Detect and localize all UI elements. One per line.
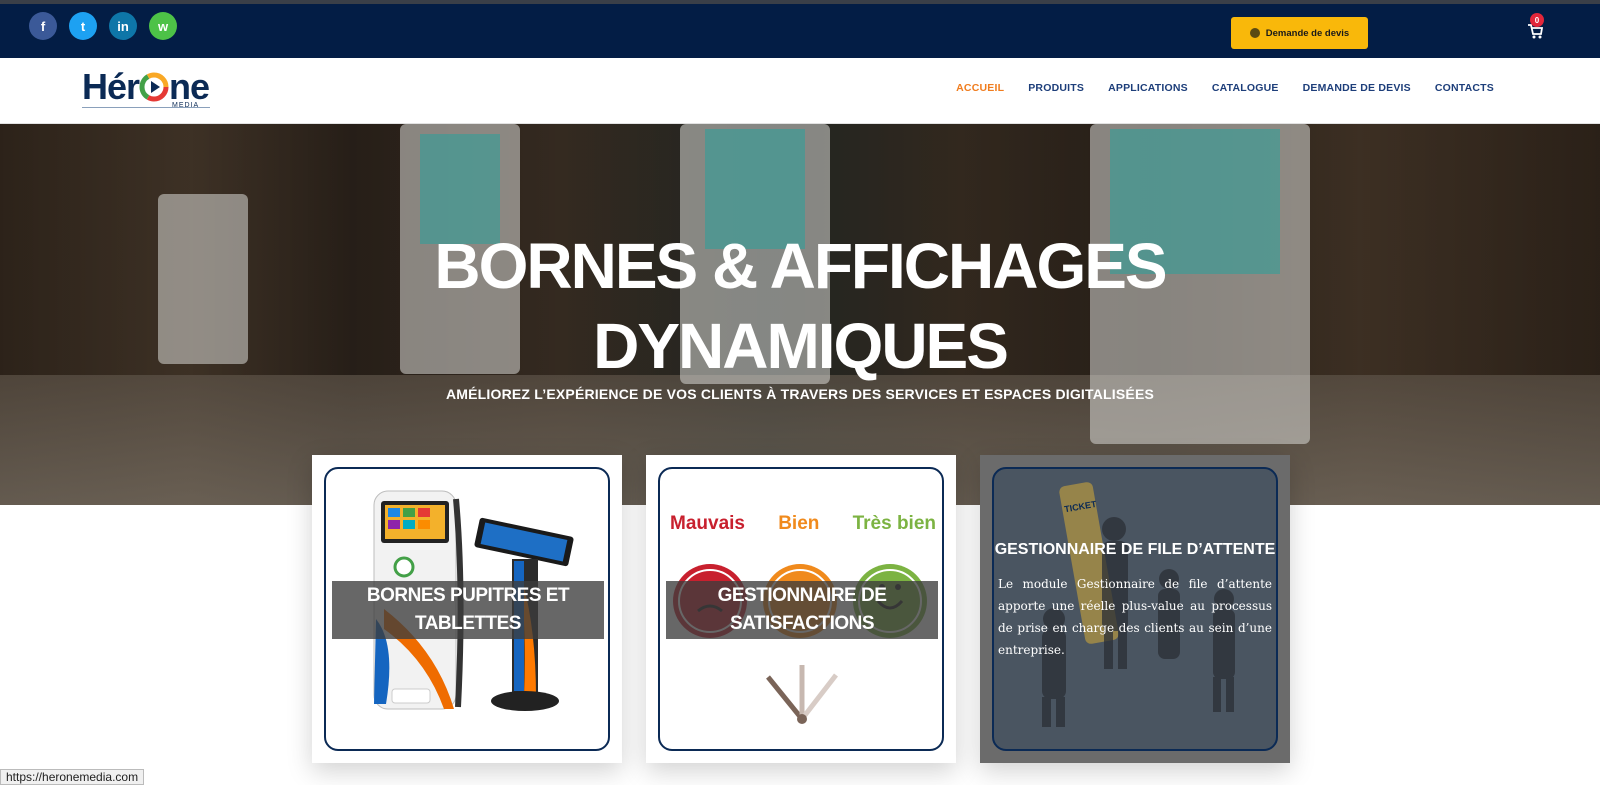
top-bar: f t in w Demande de devis 0: [0, 0, 1600, 58]
nav-item-applications[interactable]: APPLICATIONS: [1108, 82, 1188, 94]
nav-item-accueil[interactable]: ACCUEIL: [956, 82, 1004, 94]
nav-item-produits[interactable]: PRODUITS: [1028, 82, 1084, 94]
facebook-icon[interactable]: f: [29, 12, 57, 40]
logo-subtitle: MEDIA: [172, 102, 200, 109]
hero-title-line2: DYNAMIQUES: [593, 310, 1009, 382]
primary-nav: ACCUEIL PRODUITS APPLICATIONS CATALOGUE …: [956, 82, 1494, 94]
quote-request-button[interactable]: Demande de devis: [1231, 17, 1368, 49]
product-card-satisfaction[interactable]: Mauvais Bien Très bien GESTIONNAIRE DE S…: [646, 455, 956, 763]
whatsapp-glyph: w: [157, 18, 169, 34]
linkedin-glyph: in: [117, 18, 129, 34]
status-bar-url: https://heronemedia.com: [0, 769, 145, 785]
linkedin-icon[interactable]: in: [109, 12, 137, 40]
logo-text-part1: Hér: [82, 66, 140, 107]
card-title: GESTIONNAIRE DE SATISFACTIONS: [666, 581, 938, 639]
cart-count-badge: 0: [1530, 13, 1544, 27]
card-title: BORNES PUPITRES ET TABLETTES: [332, 581, 604, 639]
card-title-line2: TABLETTES: [415, 613, 521, 634]
hero-subtitle: AMÉLIOREZ L’EXPÉRIENCE DE VOS CLIENTS À …: [445, 386, 1155, 402]
play-o-icon: [139, 72, 169, 102]
twitter-glyph: t: [80, 18, 86, 34]
card-title: GESTIONNAIRE DE FILE D’ATTENTE: [994, 541, 1276, 558]
logo-text-part2: ne: [169, 66, 210, 107]
product-card-kiosks[interactable]: BORNES PUPITRES ET TABLETTES: [312, 455, 622, 763]
hero-title-line1: BORNES & AFFICHAGES: [434, 230, 1167, 302]
hero-title: BORNES & AFFICHAGES DYNAMIQUES: [0, 226, 1600, 386]
card-frame: Mauvais Bien Très bien GESTIONNAIRE DE S…: [658, 467, 944, 751]
nav-item-demande-de-devis[interactable]: DEMANDE DE DEVIS: [1303, 82, 1411, 94]
twitter-icon[interactable]: t: [69, 12, 97, 40]
facebook-glyph: f: [40, 18, 46, 34]
card-title-line1: BORNES PUPITRES ET: [366, 585, 570, 606]
hero-banner: BORNES & AFFICHAGES DYNAMIQUES AMÉLIOREZ…: [0, 124, 1600, 505]
logo[interactable]: Hér ne MEDIA: [82, 64, 222, 114]
card-title-line2: SATISFACTIONS: [729, 613, 875, 634]
whatsapp-icon[interactable]: w: [149, 12, 177, 40]
card-frame: BORNES PUPITRES ET TABLETTES: [324, 467, 610, 751]
product-card-queue-management[interactable]: TICKET GESTIONNAIRE DE FILE D’ATTENTE Le…: [980, 455, 1290, 763]
main-navbar: Hér ne MEDIA ACCUEIL PRODUITS APPLICATIO…: [0, 58, 1600, 124]
quote-request-label: Demande de devis: [1265, 27, 1350, 39]
nav-item-catalogue[interactable]: CATALOGUE: [1212, 82, 1279, 94]
card-description: Le module Gestionnaire de file d’attente…: [998, 577, 1272, 657]
card-frame: TICKET GESTIONNAIRE DE FILE D’ATTENTE Le…: [992, 467, 1278, 751]
nav-item-contacts[interactable]: CONTACTS: [1435, 82, 1494, 94]
dot-icon: [1249, 28, 1260, 38]
card-title-line1: GESTIONNAIRE DE: [717, 585, 887, 606]
